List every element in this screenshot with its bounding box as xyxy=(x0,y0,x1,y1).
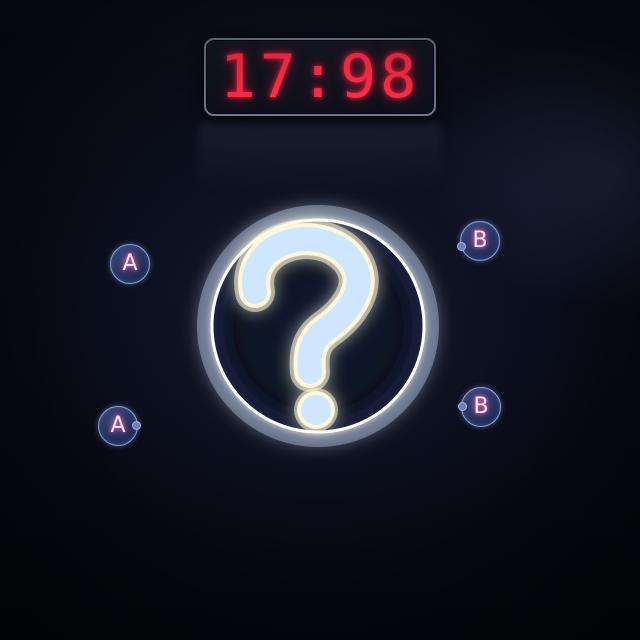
answer-button-b-upper[interactable]: B xyxy=(457,221,500,261)
answer-label: A xyxy=(122,251,138,276)
connector-nub xyxy=(458,402,467,411)
answer-label: A xyxy=(110,413,126,438)
connector-nub xyxy=(132,421,141,430)
answer-button-a-lower[interactable]: A xyxy=(98,406,141,446)
answer-label: B xyxy=(473,394,489,419)
answer-label: B xyxy=(472,228,488,253)
question-orb[interactable] xyxy=(0,0,640,640)
answer-button-b-lower[interactable]: B xyxy=(458,387,501,427)
answer-button-a-upper[interactable]: A xyxy=(110,244,150,284)
connector-nub xyxy=(457,242,466,251)
game-scene: 17:98 A A B B xyxy=(0,0,640,640)
